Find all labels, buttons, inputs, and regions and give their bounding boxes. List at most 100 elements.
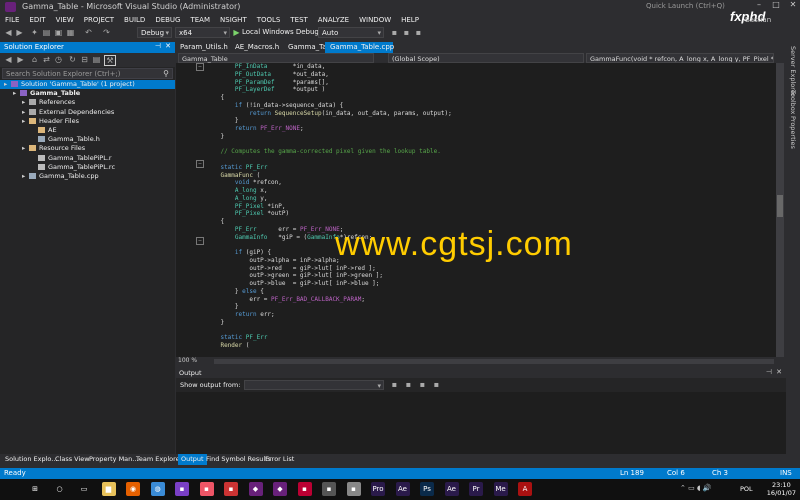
code-text[interactable]: PF_InData *in_data, PF_OutData *out_data…: [206, 63, 771, 357]
input-language[interactable]: POL: [740, 485, 753, 493]
redo-icon[interactable]: ↷: [102, 28, 111, 37]
premiere-icon-2[interactable]: Pr: [469, 482, 483, 496]
tree-item[interactable]: ▸ References: [0, 98, 175, 107]
history-icon[interactable]: ◷: [54, 55, 63, 64]
firefox-icon[interactable]: ◉: [126, 482, 140, 496]
tree-item[interactable]: ▸ External Dependencies: [0, 108, 175, 117]
forward-icon[interactable]: ▶: [16, 55, 25, 64]
after-effects-icon-2[interactable]: Ae: [444, 482, 459, 496]
editor-tab[interactable]: Param_Utils.h: [175, 42, 233, 53]
menu-file[interactable]: FILE: [0, 14, 24, 26]
toolbar-icon-3[interactable]: ▪: [414, 28, 423, 37]
menu-edit[interactable]: EDIT: [24, 14, 50, 26]
task-view-icon[interactable]: ▭: [77, 482, 91, 496]
expand-arrow-icon[interactable]: ▸: [22, 98, 29, 107]
expand-arrow-icon[interactable]: ▸: [4, 80, 11, 89]
after-effects-icon[interactable]: Ae: [395, 482, 410, 496]
photoshop-icon[interactable]: Ps: [420, 482, 434, 496]
search-icon[interactable]: ○: [53, 482, 67, 496]
tree-item[interactable]: ▸ Resource Files: [0, 144, 175, 153]
collapse-region-icon[interactable]: −: [196, 160, 204, 168]
output-tool-icon-4[interactable]: ▪: [432, 380, 441, 389]
app-icon-2[interactable]: ▪: [199, 482, 214, 496]
app-icon-3[interactable]: ▪: [224, 482, 238, 496]
toolbar-icon-2[interactable]: ▪: [402, 28, 411, 37]
acrobat-icon[interactable]: A: [518, 482, 532, 496]
refresh-icon[interactable]: ↻: [68, 55, 77, 64]
save-all-icon[interactable]: ▦: [66, 28, 75, 37]
app-icon-5[interactable]: ▪: [322, 482, 336, 496]
back-icon[interactable]: ◀: [4, 55, 13, 64]
vertical-scroll-thumb[interactable]: [777, 195, 783, 217]
app-icon-6[interactable]: ▪: [346, 482, 361, 496]
pin-icon[interactable]: ⊣: [155, 42, 161, 50]
tree-item[interactable]: ▸ Gamma_Table: [0, 89, 175, 98]
maximize-icon[interactable]: □: [769, 0, 783, 14]
solution-explorer-search[interactable]: Search Solution Explorer (Ctrl+;) ⚲: [2, 68, 173, 79]
app-icon-1[interactable]: ▪: [175, 482, 189, 496]
back-icon[interactable]: ◀: [4, 28, 13, 37]
expand-arrow-icon[interactable]: ▸: [22, 144, 29, 153]
output-tool-icon-1[interactable]: ▪: [390, 380, 399, 389]
menu-nsight[interactable]: NSIGHT: [215, 14, 252, 26]
collapse-region-icon[interactable]: −: [196, 63, 204, 71]
output-tool-icon-3[interactable]: ▪: [418, 380, 427, 389]
expand-arrow-icon[interactable]: ▸: [22, 117, 29, 126]
collapse-icon[interactable]: ⊟: [80, 55, 89, 64]
function-select[interactable]: GammaFunc(void * refcon, A_long x, A_lon…: [586, 53, 774, 63]
menu-test[interactable]: TEST: [285, 14, 312, 26]
scope-select[interactable]: (Global Scope): [388, 53, 584, 63]
output-tool-icon-2[interactable]: ▪: [404, 380, 413, 389]
tray-icons[interactable]: ⌃ ▭ ◖ 🔊: [680, 484, 712, 492]
undo-icon[interactable]: ↶: [84, 28, 93, 37]
media-encoder-icon[interactable]: Me: [493, 482, 508, 496]
system-clock[interactable]: 23:10 16/01/07: [767, 481, 796, 497]
horizontal-scrollbar[interactable]: [214, 359, 774, 364]
close-icon[interactable]: ✕: [786, 0, 800, 14]
menu-analyze[interactable]: ANALYZE: [313, 14, 354, 26]
app-icon-4[interactable]: ▪: [297, 482, 312, 496]
open-icon[interactable]: ▤: [42, 28, 51, 37]
windows-start-icon[interactable]: ⊞: [28, 482, 42, 496]
chrome-icon[interactable]: ◍: [150, 482, 165, 496]
tree-item[interactable]: Gamma_TablePiPL.r: [0, 154, 175, 163]
menu-team[interactable]: TEAM: [185, 14, 215, 26]
properties-icon[interactable]: ⚒: [104, 55, 116, 66]
close-icon[interactable]: ✕: [165, 42, 171, 50]
forward-icon[interactable]: ▶: [15, 28, 24, 37]
side-tab[interactable]: Properties: [789, 116, 797, 149]
premiere-icon[interactable]: Pro: [371, 482, 385, 496]
tree-item[interactable]: AE: [0, 126, 175, 135]
save-icon[interactable]: ▣: [54, 28, 63, 37]
side-tab[interactable]: Server Explorer: [789, 46, 797, 96]
editor-tab[interactable]: AE_Macros.h: [230, 42, 286, 53]
expand-arrow-icon[interactable]: ▸: [13, 89, 20, 98]
toolbar-icon-1[interactable]: ▪: [390, 28, 399, 37]
tree-item[interactable]: ▸ Solution 'Gamma_Table' (1 project): [0, 80, 175, 89]
home-icon[interactable]: ⌂: [30, 55, 39, 64]
vs-icon[interactable]: ◆: [248, 482, 263, 496]
menu-tools[interactable]: TOOLS: [252, 14, 286, 26]
menu-view[interactable]: VIEW: [51, 14, 79, 26]
pin-icon[interactable]: ⊣: [766, 368, 772, 376]
editor-tab[interactable]: Gamma_Table.h: [283, 42, 344, 53]
tree-item[interactable]: Gamma_Table.h: [0, 135, 175, 144]
tree-item[interactable]: ▸ Gamma_Table.cpp: [0, 172, 175, 181]
menu-debug[interactable]: DEBUG: [150, 14, 185, 26]
side-tab[interactable]: Toolbox: [789, 90, 797, 114]
folder-icon[interactable]: ▆: [101, 482, 116, 496]
platform-select[interactable]: x64: [175, 27, 230, 39]
output-source-select[interactable]: [244, 380, 384, 392]
search-icon[interactable]: ⚲: [163, 69, 169, 78]
tree-item[interactable]: ▸ Header Files: [0, 117, 175, 126]
menu-project[interactable]: PROJECT: [79, 14, 119, 26]
start-debugging-icon[interactable]: ▶: [232, 28, 241, 37]
bottom-tab[interactable]: Error List: [262, 454, 297, 465]
collapse-region-icon[interactable]: −: [196, 237, 204, 245]
zoom-level[interactable]: 100 %: [178, 357, 197, 364]
show-all-icon[interactable]: ▤: [92, 55, 101, 64]
menu-build[interactable]: BUILD: [119, 14, 150, 26]
expand-arrow-icon[interactable]: ▸: [22, 172, 29, 181]
debug-mode-select[interactable]: Auto: [318, 27, 384, 39]
menu-help[interactable]: HELP: [396, 14, 424, 26]
